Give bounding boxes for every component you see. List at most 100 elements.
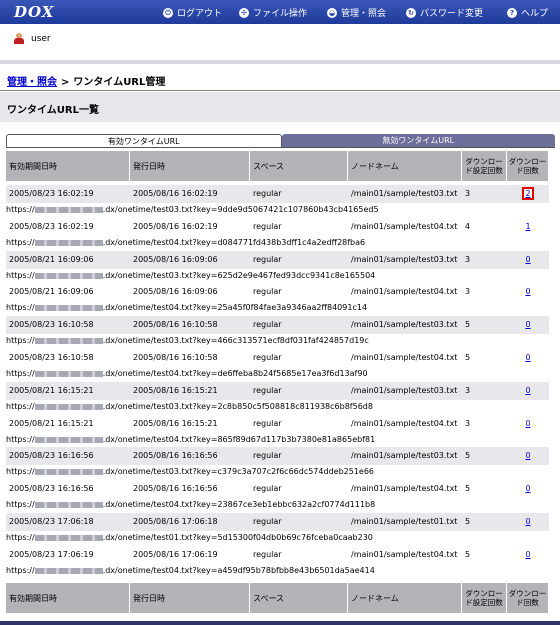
cell-space: regular [253,451,282,460]
url-path: .dx/onetime/test04.txt?key=865f89d67d117… [102,435,376,444]
tab-inactive-urls[interactable]: 無効ワンタイムURL [281,134,555,148]
cell-download-count: 1 [510,218,546,236]
cell-download-limit: 5 [465,484,471,493]
cell-issued: 2005/08/16 16:02:19 [133,222,218,231]
url-path: .dx/onetime/test03.txt?key=466c313571ecf… [102,336,369,345]
cell-node: /main01/sample/test03.txt [351,255,458,264]
masked-host [34,206,103,213]
column-header-download-limit: ダウンロード設定回数 [462,583,507,613]
cell-expiry: 2005/08/23 17:06:19 [9,550,94,559]
cell-issued: 2005/08/16 17:06:18 [133,517,218,526]
url-prefix: https:// [6,435,35,444]
download-count-link[interactable]: 0 [525,517,530,526]
cell-download-limit: 5 [465,550,471,559]
column-header-expiry: 有効期間日時 [6,151,130,181]
onetime-url-text: https:// .dx/onetime/test03.txt?key=9dde9… [6,203,379,216]
download-count-link[interactable]: 0 [525,550,530,559]
column-header-node: ノードネーム [348,151,462,181]
url-path: .dx/onetime/test03.txt?key=625d2e9e467fe… [102,271,376,280]
onetime-url-text: https:// .dx/onetime/test04.txt?key=865f8… [6,433,375,446]
table-row: 2005/08/23 17:06:19 2005/08/16 17:06:19 re… [6,546,549,564]
download-count-link[interactable]: 2 [522,187,534,200]
cell-node: /main01/sample/test04.txt [351,419,458,428]
masked-host [34,370,103,377]
cell-download-limit: 5 [465,451,471,460]
cell-download-limit: 3 [465,419,471,428]
logout-button[interactable]: ⏻ ログアウト [163,6,222,19]
password-change-icon: ↻ [406,7,416,18]
url-prefix: https:// [6,402,35,411]
admin-button[interactable]: ◒ 管理・照会 [327,6,386,19]
cell-download-limit: 3 [465,287,471,296]
table-header: 有効期間日時 発行日時 スペース ノードネーム ダウンロード設定回数 ダウンロー… [6,151,549,181]
cell-expiry: 2005/08/21 16:15:21 [9,386,94,395]
cell-download-count: 0 [510,316,546,334]
bottom-border [0,621,560,625]
url-path: .dx/onetime/test04.txt?key=de6ffeba8b24f… [102,369,368,378]
url-prefix: https:// [6,369,35,378]
cell-expiry: 2005/08/23 16:02:19 [9,189,94,198]
cell-space: regular [253,517,282,526]
admin-label: 管理・照会 [341,9,387,19]
url-path: .dx/onetime/test03.txt?key=2c8b850c5f508… [102,402,373,411]
password-change-button[interactable]: ↻ パスワード変更 [406,6,483,19]
cell-space: regular [253,550,282,559]
download-count-link[interactable]: 0 [525,419,530,428]
cell-node: /main01/sample/test04.txt [351,550,458,559]
table-row: 2005/08/23 16:02:19 2005/08/16 16:02:19 re… [6,218,549,236]
cell-node: /main01/sample/test04.txt [351,353,458,362]
user-name: user [31,33,51,44]
table-row: 2005/08/21 16:09:06 2005/08/16 16:09:06 re… [6,283,549,301]
download-count-link[interactable]: 0 [525,484,530,493]
cell-download-limit: 3 [465,255,471,264]
cell-issued: 2005/08/16 17:06:19 [133,550,218,559]
cell-expiry: 2005/08/23 16:16:56 [9,451,94,460]
download-count-link[interactable]: 1 [525,222,530,231]
breadcrumb-admin-link[interactable]: 管理・照会 [7,77,57,88]
dox-logo: DOX [14,3,55,21]
admin-icon: ◒ [327,7,337,18]
cell-issued: 2005/08/16 16:16:56 [133,451,218,460]
tab-active-urls[interactable]: 有効ワンタイムURL [6,134,282,148]
column-header-space: スペース [250,151,348,181]
cell-issued: 2005/08/16 16:15:21 [133,419,218,428]
url-prefix: https:// [6,205,35,214]
masked-host [34,403,103,410]
cell-space: regular [253,189,282,198]
cell-node: /main01/sample/test04.txt [351,484,458,493]
logout-label: ログアウト [177,9,223,19]
url-prefix: https:// [6,467,35,476]
cell-space: regular [253,222,282,231]
cell-download-count: 0 [510,349,546,367]
download-count-link[interactable]: 0 [525,320,530,329]
masked-host [34,304,103,311]
cell-expiry: 2005/08/21 16:15:21 [9,419,94,428]
url-path: .dx/onetime/test01.txt?key=5d15300f04db0… [102,533,373,542]
download-count-link[interactable]: 0 [525,255,530,264]
cell-space: regular [253,320,282,329]
file-operation-button[interactable]: ✣ ファイル操作 [239,6,307,19]
cell-space: regular [253,419,282,428]
cell-issued: 2005/08/16 16:10:58 [133,320,218,329]
table-row: 2005/08/23 16:02:19 2005/08/16 16:02:19 re… [6,185,549,203]
download-count-link[interactable]: 0 [525,386,530,395]
url-tabs: 有効ワンタイムURL 無効ワンタイムURL [6,134,555,148]
url-path: .dx/onetime/test04.txt?key=25a45f0f84fae… [102,303,368,312]
url-path: .dx/onetime/test04.txt?key=a459df95b78bf… [102,566,375,575]
cell-download-limit: 5 [465,353,471,362]
column-header-issued: 発行日時 [130,583,250,613]
onetime-url-text: https:// .dx/onetime/test01.txt?key=5d153… [6,531,373,544]
cell-space: regular [253,353,282,362]
cell-download-limit: 5 [465,517,471,526]
help-button[interactable]: ? ヘルプ [507,6,548,19]
file-operation-label: ファイル操作 [253,9,308,19]
download-count-link[interactable]: 0 [525,451,530,460]
table-row: 2005/08/21 16:15:21 2005/08/16 16:15:21 re… [6,382,549,400]
url-prefix: https:// [6,566,35,575]
table-footer-header: 有効期間日時 発行日時 スペース ノードネーム ダウンロード設定回数 ダウンロー… [6,583,549,613]
cell-download-limit: 5 [465,320,471,329]
download-count-link[interactable]: 0 [525,353,530,362]
download-count-link[interactable]: 0 [525,287,530,296]
breadcrumb-separator: > [61,77,70,88]
column-header-expiry: 有効期間日時 [6,583,130,613]
